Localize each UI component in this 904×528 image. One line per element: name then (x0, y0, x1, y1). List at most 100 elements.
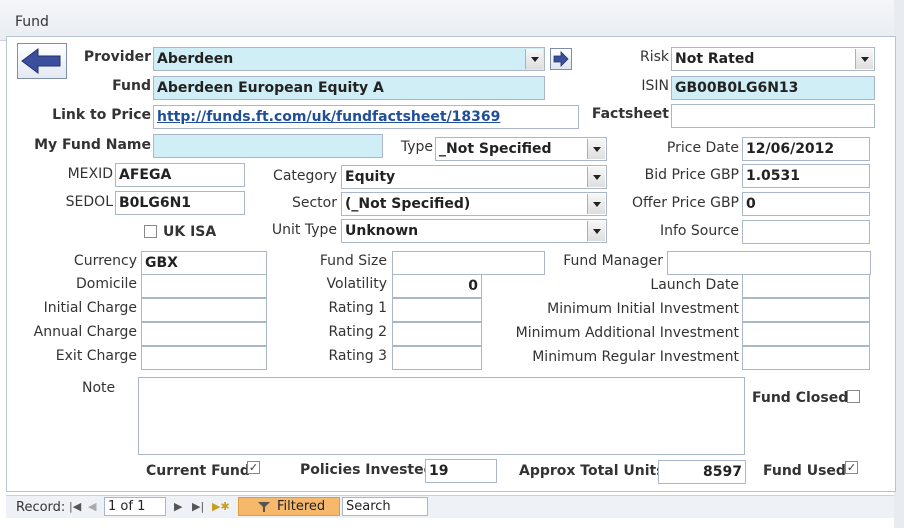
min-initial-field[interactable] (742, 298, 870, 322)
rating3-field[interactable] (392, 346, 482, 370)
provider-select[interactable]: Aberdeen (153, 47, 545, 71)
first-record-icon[interactable]: |◀ (69, 500, 81, 513)
sedol-field[interactable]: B0LG6N1 (115, 191, 245, 215)
isin-field[interactable]: GB00B0LG6N13 (671, 76, 875, 100)
chevron-down-icon[interactable] (587, 139, 605, 159)
mexid-field[interactable]: AFEGA (115, 163, 245, 187)
rating1-label: Rating 1 (328, 300, 388, 316)
uk-isa-checkbox[interactable] (144, 225, 157, 238)
category-value: Equity (345, 169, 396, 185)
currency-label: Currency (73, 253, 137, 269)
launch-date-label: Launch Date (650, 277, 739, 293)
chevron-down-icon[interactable] (587, 167, 605, 187)
sector-value: (_Not Specified) (345, 196, 471, 212)
fund-size-field[interactable] (392, 251, 545, 275)
previous-record-icon[interactable]: ◀ (88, 500, 96, 513)
uk-isa-label: UK ISA (163, 224, 217, 240)
bid-price-label: Bid Price GBP (644, 167, 739, 183)
initial-charge-label: Initial Charge (43, 300, 137, 316)
approx-total-units-field[interactable]: 8597 (658, 460, 746, 484)
fund-closed-label: Fund Closed (752, 390, 849, 406)
search-field[interactable]: Search (342, 497, 428, 516)
new-record-icon[interactable]: ▶✱ (212, 500, 230, 513)
last-record-icon[interactable]: ▶| (192, 500, 204, 513)
link-to-price-field[interactable]: http://funds.ft.com/uk/fundfactsheet/183… (153, 105, 579, 129)
volatility-label: Volatility (326, 276, 387, 292)
chevron-down-icon[interactable] (525, 49, 543, 69)
fund-closed-checkbox[interactable] (847, 390, 860, 403)
offer-price-field[interactable]: 0 (742, 192, 870, 216)
volatility-field[interactable]: 0 (392, 274, 482, 298)
note-textarea[interactable] (138, 377, 745, 455)
filtered-toggle-button[interactable]: Filtered (238, 497, 340, 516)
go-arrow-icon (553, 51, 569, 67)
exit-charge-field[interactable] (141, 346, 267, 370)
fund-size-label: Fund Size (319, 253, 387, 269)
unit-type-label: Unit Type (271, 222, 337, 238)
launch-date-field[interactable] (742, 274, 870, 298)
sector-select[interactable]: (_Not Specified) (341, 192, 607, 216)
min-additional-label: Minimum Additional Investment (515, 325, 739, 341)
fund-used-checkbox[interactable]: ✓ (845, 461, 858, 474)
record-navigation-bar: Record: |◀ ◀ 1 of 1 ▶ ▶| ▶✱ Filtered Sea… (6, 495, 894, 518)
factsheet-label: Factsheet (591, 106, 669, 122)
my-fund-name-field[interactable] (153, 134, 383, 158)
rating1-field[interactable] (392, 298, 482, 322)
type-label: Type (400, 139, 433, 155)
chevron-down-icon[interactable] (587, 194, 605, 214)
min-regular-field[interactable] (742, 346, 870, 370)
policies-invested-field[interactable]: 19 (425, 459, 497, 483)
rating2-field[interactable] (392, 322, 482, 346)
chevron-down-icon[interactable] (587, 221, 605, 241)
unit-type-select[interactable]: Unknown (341, 219, 607, 243)
back-arrow-icon (21, 48, 61, 74)
min-initial-label: Minimum Initial Investment (547, 301, 739, 317)
category-label: Category (273, 168, 337, 184)
back-button[interactable] (17, 43, 67, 79)
domicile-label: Domicile (76, 276, 137, 292)
current-record-field[interactable]: 1 of 1 (104, 497, 166, 516)
isin-label: ISIN (641, 78, 669, 94)
current-fund-label: Current Fund (146, 463, 250, 479)
factsheet-field[interactable] (671, 104, 875, 128)
risk-select[interactable]: Not Rated (671, 47, 875, 71)
risk-value: Not Rated (675, 51, 755, 67)
fund-used-label: Fund Used (763, 463, 846, 479)
mexid-label: MEXID (67, 166, 113, 182)
fund-manager-field[interactable] (667, 251, 871, 275)
policies-invested-label: Policies Invested (300, 462, 434, 478)
fund-name-field[interactable]: Aberdeen European Equity A (153, 76, 545, 100)
filter-icon (258, 502, 270, 512)
initial-charge-field[interactable] (141, 298, 267, 322)
category-select[interactable]: Equity (341, 165, 607, 189)
rating3-label: Rating 3 (328, 348, 388, 364)
annual-charge-label: Annual Charge (33, 324, 137, 340)
title-bar (0, 0, 904, 41)
window-title: Fund (15, 14, 49, 30)
type-value: _Not Specified (439, 141, 552, 157)
price-date-field[interactable]: 12/06/2012 (742, 137, 870, 161)
provider-label: Provider (83, 49, 151, 65)
price-date-label: Price Date (666, 140, 739, 156)
offer-price-label: Offer Price GBP (632, 195, 739, 211)
chevron-down-icon[interactable] (855, 49, 873, 69)
unit-type-value: Unknown (345, 223, 419, 239)
fund-manager-label: Fund Manager (563, 253, 663, 269)
info-source-field[interactable] (742, 220, 870, 244)
record-label: Record: (16, 500, 66, 515)
bid-price-field[interactable]: 1.0531 (742, 164, 870, 188)
sedol-label: SEDOL (65, 194, 113, 210)
fund-label: Fund (112, 78, 151, 94)
current-fund-checkbox[interactable]: ✓ (247, 461, 260, 474)
currency-field[interactable]: GBX (141, 251, 267, 275)
go-provider-button[interactable] (550, 48, 572, 70)
filtered-label: Filtered (277, 499, 326, 514)
annual-charge-field[interactable] (141, 322, 267, 346)
fund-form: Provider Aberdeen Risk Not Rated Fund Ab… (6, 36, 896, 492)
provider-value: Aberdeen (157, 51, 234, 67)
domicile-field[interactable] (141, 274, 267, 298)
min-regular-label: Minimum Regular Investment (532, 349, 739, 365)
type-select[interactable]: _Not Specified (435, 137, 607, 161)
next-record-icon[interactable]: ▶ (174, 500, 182, 513)
min-additional-field[interactable] (742, 322, 870, 346)
